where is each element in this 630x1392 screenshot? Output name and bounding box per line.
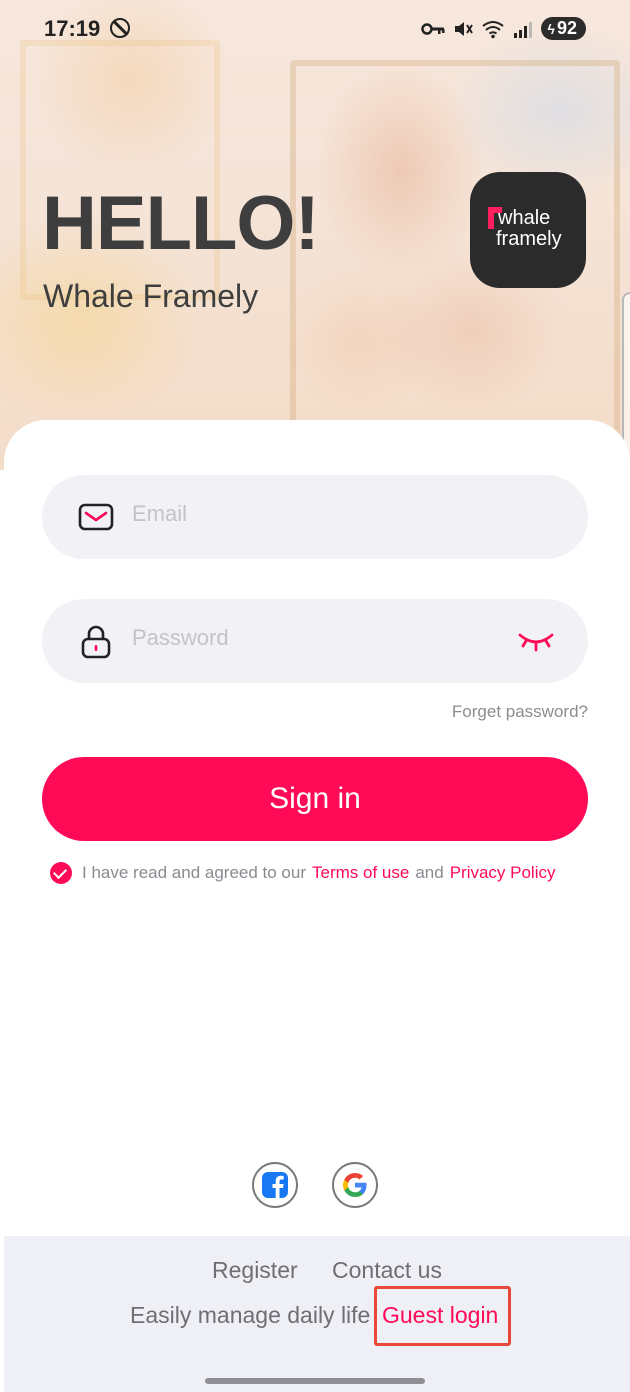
mail-icon xyxy=(78,503,114,531)
lock-icon xyxy=(81,625,111,659)
home-indicator[interactable] xyxy=(205,1378,425,1384)
eye-closed-icon[interactable] xyxy=(516,623,556,659)
status-time: 17:19 xyxy=(44,16,101,41)
facebook-login-button[interactable] xyxy=(252,1162,298,1208)
signal-icon xyxy=(513,21,532,38)
password-field[interactable] xyxy=(42,599,588,683)
agreement-and: and xyxy=(415,863,444,882)
tagline: Easily manage daily life xyxy=(130,1302,371,1328)
logo-text: whale framely xyxy=(496,208,562,250)
logo-line-1: whale xyxy=(498,207,551,229)
page-title: HELLO! xyxy=(42,181,320,266)
dnd-icon xyxy=(110,18,130,38)
logo-mark-icon xyxy=(488,207,502,229)
password-input[interactable] xyxy=(132,625,492,651)
wifi-icon xyxy=(481,20,504,38)
logo-line-2: framely xyxy=(496,228,562,250)
guest-login-highlight xyxy=(374,1286,511,1346)
privacy-policy-link[interactable]: Privacy Policy xyxy=(450,863,556,883)
status-bar: 17:19 ϟ 92 xyxy=(0,0,630,58)
email-field[interactable] xyxy=(42,475,588,559)
google-icon xyxy=(343,1173,367,1197)
app-name: Whale Framely xyxy=(43,278,259,314)
agreement-row: I have read and agreed to our Terms of u… xyxy=(50,862,562,884)
register-link[interactable]: Register xyxy=(212,1257,298,1284)
facebook-icon xyxy=(262,1172,288,1198)
mute-icon xyxy=(454,21,473,36)
google-login-button[interactable] xyxy=(332,1162,378,1208)
contact-us-link[interactable]: Contact us xyxy=(332,1257,442,1284)
terms-of-use-link[interactable]: Terms of use xyxy=(312,863,409,883)
agreement-prefix: I have read and agreed to our xyxy=(82,863,306,882)
sign-in-button[interactable]: Sign in xyxy=(42,757,588,841)
key-icon xyxy=(420,22,445,35)
status-icons: ϟ 92 xyxy=(420,17,586,40)
battery-charging-icon: ϟ 92 xyxy=(540,17,586,40)
email-input[interactable] xyxy=(132,501,492,527)
agree-checkbox[interactable] xyxy=(50,862,72,884)
forget-password-link[interactable]: Forget password? xyxy=(452,702,588,722)
battery-level: 92 xyxy=(556,18,577,38)
app-logo: whale framely xyxy=(470,172,586,288)
